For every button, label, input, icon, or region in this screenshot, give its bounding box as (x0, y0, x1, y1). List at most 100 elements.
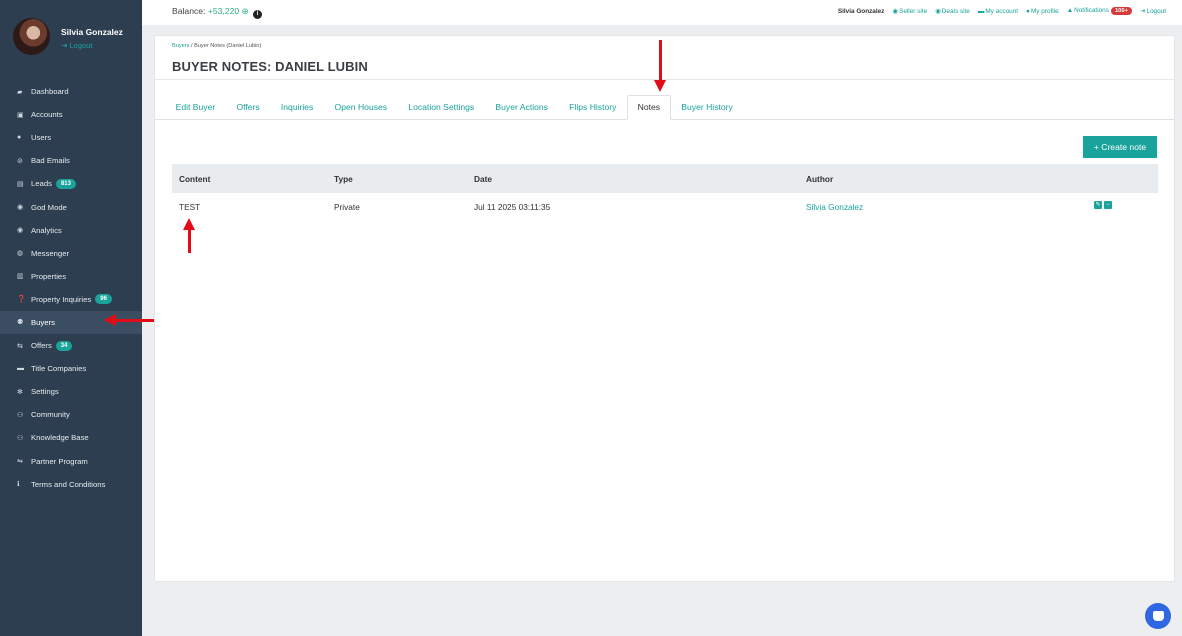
note-content-cell: TEST (179, 202, 201, 212)
top-user-name: Silvia Gonzalez (837, 7, 885, 15)
seller-site-link[interactable]: ◉Seller site (892, 7, 927, 15)
sidebar-item-accounts[interactable]: ▣ Accounts (0, 103, 142, 126)
tab-offers[interactable]: Offers (226, 95, 270, 120)
sidebar-item-label: God Mode (31, 202, 67, 212)
sidebar-item-terms[interactable]: ℹ Terms and Conditions (0, 473, 142, 496)
tab-buyer-history[interactable]: Buyer History (671, 95, 744, 120)
plus-circle-icon[interactable]: ⊕ (242, 6, 249, 16)
notifications-link[interactable]: ▲Notifications 100+ (1067, 7, 1132, 15)
tab-location-settings[interactable]: Location Settings (398, 95, 485, 120)
arrow-head (654, 80, 666, 92)
sidebar-item-label: Offers (31, 341, 52, 351)
bell-icon: ▲ (1066, 7, 1074, 14)
my-account-link[interactable]: ▬My account (978, 8, 1018, 15)
column-header-date[interactable]: Date (474, 174, 492, 184)
sidebar-item-label: Terms and Conditions (31, 479, 106, 489)
sidebar-item-knowledge-base[interactable]: ⚇ Knowledge Base (0, 426, 142, 449)
question-icon: ❓ (17, 296, 26, 304)
breadcrumb-buyers-link[interactable]: Buyers (172, 43, 189, 49)
tab-inquiries[interactable]: Inquiries (270, 95, 324, 120)
column-header-type[interactable]: Type (334, 174, 353, 184)
sidebar-item-offers[interactable]: ⇆ Offers 34 (0, 334, 142, 357)
info-icon: ℹ (17, 481, 20, 489)
sidebar-item-label: Messenger (31, 248, 70, 258)
sidebar-item-label: Property Inquiries (31, 294, 92, 304)
id-card-icon: ▬ (977, 7, 985, 15)
sidebar-item-property-inquiries[interactable]: ❓ Property Inquiries 96 (0, 288, 142, 311)
tab-open-houses[interactable]: Open Houses (324, 95, 398, 120)
sidebar-item-label: Users (31, 133, 52, 143)
ban-icon: ⊘ (17, 157, 23, 165)
notifications-badge: 100+ (1110, 7, 1132, 15)
my-account-label: My account (985, 7, 1019, 15)
sidebar-item-settings[interactable]: ✻ Settings (0, 380, 142, 403)
sidebar-item-users[interactable]: ● Users (0, 126, 142, 149)
column-header-content[interactable]: Content (179, 174, 210, 184)
tab-edit-buyer[interactable]: Edit Buyer (165, 95, 226, 120)
sidebar-item-partner-program[interactable]: ⇋ Partner Program (0, 450, 142, 473)
title-card-icon: ▬ (17, 365, 24, 373)
sidebar-item-god-mode[interactable]: ◉ God Mode (0, 195, 142, 218)
sidebar-profile: Silvia Gonzalez ⇥ Logout (0, 0, 142, 72)
sidebar-item-leads[interactable]: ▤ Leads 813 (0, 172, 142, 195)
sidebar: Silvia Gonzalez ⇥ Logout ▰ Dashboard ▣ Acc… (0, 0, 142, 636)
tab-buyer-actions[interactable]: Buyer Actions (485, 95, 559, 120)
notes-table: Content Type Date Author TEST Private Ju… (172, 164, 1158, 221)
tab-notes[interactable]: Notes (627, 95, 671, 120)
table-header: Content Type Date Author (172, 164, 1158, 193)
arrow-head (104, 314, 116, 326)
deals-site-link[interactable]: ◉Deals site (935, 7, 970, 15)
sidebar-item-label: Bad Emails (31, 156, 70, 166)
delete-icon[interactable]: − (1104, 201, 1112, 209)
building-icon: ▥ (17, 273, 24, 281)
avatar[interactable] (13, 18, 50, 55)
breadcrumb-current: Buyer Notes (Daniel Lubin) (194, 43, 262, 49)
sidebar-item-community[interactable]: ⚇ Community (0, 403, 142, 426)
user-icon: ● (17, 134, 22, 142)
sidebar-item-label: Buyers (31, 317, 55, 327)
top-bar: Balance: +53,220 ⊕ i Silvia Gonzalez ◉Se… (142, 0, 1182, 25)
sidebar-item-label: Leads (31, 179, 52, 189)
top-links: Silvia Gonzalez ◉Seller site ◉Deals site… (838, 7, 1166, 15)
sidebar-item-label: Partner Program (31, 456, 88, 466)
balance-amount: +53,220 (207, 6, 240, 16)
globe-icon: ◉ (892, 8, 899, 15)
sidebar-item-messenger[interactable]: ◍ Messenger (0, 242, 142, 265)
sidebar-item-label: Title Companies (31, 364, 87, 374)
tab-flips-history[interactable]: Flips History (559, 95, 627, 120)
sidebar-item-label: Dashboard (31, 87, 69, 97)
sidebar-item-label: Knowledge Base (31, 433, 89, 443)
sidebar-item-bad-emails[interactable]: ⊘ Bad Emails (0, 149, 142, 172)
chat-icon (1152, 611, 1164, 621)
briefcase-icon: ▣ (17, 111, 24, 119)
balance-display: Balance: +53,220 ⊕ i (172, 6, 263, 19)
arrow-shaft (115, 319, 154, 322)
sidebar-logout-link[interactable]: ⇥ Logout (61, 41, 92, 50)
info-icon[interactable]: i (253, 10, 263, 19)
balance-label: Balance: (172, 6, 206, 16)
handshake-icon: ⇆ (17, 342, 23, 350)
tab-bar: Edit Buyer Offers Inquiries Open Houses … (165, 95, 743, 120)
sidebar-item-label: Settings (31, 387, 59, 397)
user-icon: ● (1026, 7, 1030, 15)
chat-widget-button[interactable] (1145, 603, 1171, 629)
sidebar-item-dashboard[interactable]: ▰ Dashboard (0, 80, 142, 103)
offers-count-badge: 34 (55, 340, 73, 351)
note-author-link[interactable]: Silvia Gonzalez (806, 202, 863, 212)
page-title: BUYER NOTES: DANIEL LUBIN (172, 59, 368, 74)
top-logout-link[interactable]: ⇥Logout (1140, 7, 1166, 15)
sidebar-item-properties[interactable]: ▥ Properties (0, 265, 142, 288)
knowledge-icon: ⚇ (17, 434, 24, 442)
my-profile-label: My profile (1030, 7, 1059, 15)
arrow-head (183, 218, 195, 230)
note-type-cell: Private (334, 202, 360, 212)
sidebar-item-label: Analytics (31, 225, 62, 235)
my-profile-link[interactable]: ●My profile (1026, 8, 1059, 15)
edit-icon[interactable]: ✎ (1094, 201, 1102, 209)
sidebar-item-analytics[interactable]: ◉ Analytics (0, 219, 142, 242)
sidebar-item-title-companies[interactable]: ▬ Title Companies (0, 357, 142, 380)
notifications-label: Notifications (1074, 7, 1109, 14)
sidebar-item-buyers[interactable]: ⚉ Buyers (0, 310, 142, 335)
column-header-author[interactable]: Author (806, 174, 833, 184)
create-note-button[interactable]: + Create note (1083, 136, 1157, 158)
